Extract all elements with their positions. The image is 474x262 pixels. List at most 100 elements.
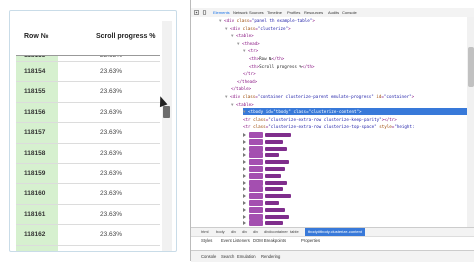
expand-arrow-icon[interactable]: [243, 174, 246, 178]
devtools-tab-profiles[interactable]: Profiles: [287, 8, 300, 17]
collapsed-tr-node[interactable]: [243, 146, 303, 152]
table-body[interactable]: 11815323.63%11815423.63%11815523.63%1181…: [16, 56, 160, 252]
column-header-row[interactable]: Row №: [24, 33, 49, 40]
breadcrumb-item[interactable]: div: [231, 228, 236, 236]
device-mode-icon[interactable]: [202, 10, 207, 15]
collapsed-tr-node[interactable]: [243, 207, 303, 213]
sidebar-tab-event-listeners[interactable]: Event Listeners: [221, 237, 250, 245]
devtools-tab-elements[interactable]: Elements: [213, 8, 230, 17]
devtools-tab-resources[interactable]: Resources: [304, 8, 323, 17]
dom-node[interactable]: </thead>: [237, 78, 257, 85]
dom-node[interactable]: <tr class="clusterize-extra-row clusteri…: [243, 123, 415, 130]
drawer-tab-emulation[interactable]: Emulation: [237, 253, 256, 261]
row-number-cell: 118155: [16, 82, 58, 101]
tr-tag: [249, 200, 263, 206]
dom-node[interactable]: </table>: [231, 85, 251, 92]
devtools-tab-sources[interactable]: Sources: [249, 8, 264, 17]
scroll-progress-value: 23.63%: [100, 170, 122, 177]
collapsed-tr-node[interactable]: [243, 173, 303, 179]
tr-attributes: [265, 208, 285, 212]
drawer-tab-rendering[interactable]: Rendering: [261, 253, 280, 261]
table-row: 11815423.63%: [16, 62, 160, 82]
drawer-tab-search[interactable]: Search: [221, 253, 234, 261]
tr-tag: [249, 166, 263, 172]
scroll-progress-value: 23.63%: [100, 231, 122, 238]
tr-tag: [249, 146, 263, 152]
collapsed-tr-node[interactable]: [243, 180, 303, 186]
dom-node[interactable]: ▼ <tr>: [243, 47, 258, 54]
devtools-tab-audits[interactable]: Audits: [328, 8, 339, 17]
tr-attributes: [265, 215, 289, 219]
dom-node[interactable]: </tr>: [243, 70, 256, 77]
dom-node[interactable]: ▼ <table>: [231, 101, 254, 108]
row-number-cell: 118158: [16, 144, 58, 163]
dom-node[interactable]: <th>Scroll progress %</th>: [249, 63, 315, 70]
expand-arrow-icon[interactable]: [243, 181, 246, 185]
breadcrumb-item[interactable]: body: [216, 228, 225, 236]
expand-arrow-icon[interactable]: [243, 153, 246, 157]
drawer-tab-console[interactable]: Console: [201, 253, 216, 261]
tr-attributes: [265, 147, 287, 151]
expand-arrow-icon[interactable]: [243, 208, 246, 212]
row-number-cell: 118161: [16, 205, 58, 224]
expand-arrow-icon[interactable]: [243, 215, 246, 219]
scroll-progress-value: 23.63%: [100, 68, 122, 75]
expand-arrow-icon[interactable]: [243, 221, 246, 225]
row-number-cell: 118163: [16, 246, 58, 252]
expand-arrow-icon[interactable]: [243, 167, 246, 171]
inspect-icon[interactable]: [194, 10, 199, 15]
collapsed-tr-node[interactable]: [243, 200, 303, 206]
breadcrumb-item[interactable]: div#container: [264, 228, 288, 236]
row-number: 118158: [24, 150, 45, 157]
collapsed-tr-node[interactable]: [243, 214, 303, 220]
collapsed-tr-node[interactable]: [243, 220, 303, 226]
collapsed-tr-node[interactable]: [243, 186, 303, 192]
collapsed-tr-node[interactable]: [243, 166, 303, 172]
collapsed-tr-node[interactable]: [243, 159, 303, 165]
dom-node[interactable]: ▼ <div class="panel th example-table">: [219, 17, 315, 24]
table-scrollbar-thumb[interactable]: [163, 106, 170, 118]
expand-arrow-icon[interactable]: [243, 201, 246, 205]
dom-node[interactable]: ▼ <table>: [231, 32, 254, 39]
row-number-cell: 118157: [16, 123, 58, 142]
devtools-tab-timeline[interactable]: Timeline: [267, 8, 282, 17]
breadcrumb-item[interactable]: div: [253, 228, 258, 236]
table-row: 11815723.63%: [16, 123, 160, 143]
dom-node-selected[interactable]: ▼ <tbody id="tbody" class="clusterize-co…: [243, 108, 467, 115]
table-row: 11815523.63%: [16, 82, 160, 102]
tr-tag: [249, 193, 263, 199]
collapsed-tr-node[interactable]: [243, 139, 303, 145]
column-header-scroll-progress[interactable]: Scroll progress %: [96, 33, 156, 40]
table-scrollbar[interactable]: [162, 21, 172, 251]
dom-node[interactable]: ▼ <thead>: [237, 40, 260, 47]
dom-node[interactable]: ▼ <div class="clusterize">: [225, 25, 291, 32]
devtools-tab-network[interactable]: Network: [233, 8, 248, 17]
expand-arrow-icon[interactable]: [243, 140, 246, 144]
dom-node[interactable]: <th>Row №</th>: [249, 55, 284, 62]
dom-tree-scrollbar-thumb[interactable]: [468, 47, 474, 87]
collapsed-tr-node[interactable]: [243, 132, 303, 138]
breadcrumb-item[interactable]: html: [201, 228, 209, 236]
dom-node[interactable]: <tr class="clusterize-extra-row clusteri…: [243, 116, 397, 123]
expand-arrow-icon[interactable]: [243, 187, 246, 191]
breadcrumb-item[interactable]: table: [290, 228, 299, 236]
breadcrumb-item[interactable]: tbody#tbody.clusterize-content: [305, 228, 365, 236]
expand-arrow-icon[interactable]: [243, 147, 246, 151]
sidebar-tab-dom-breakpoints[interactable]: DOM Breakpoints: [253, 237, 286, 245]
sidebar-tab-properties[interactable]: Properties: [301, 237, 320, 245]
sidebar-tab-styles[interactable]: Styles: [201, 237, 212, 245]
row-number: 118153: [24, 56, 45, 59]
expand-arrow-icon[interactable]: [243, 160, 246, 164]
row-number: 118160: [24, 190, 45, 197]
dom-node[interactable]: ▼ <div class="container clusterize-paren…: [225, 93, 414, 100]
dom-tree-scrollbar[interactable]: [467, 17, 474, 227]
collapsed-tr-node[interactable]: [243, 193, 303, 199]
dom-tree[interactable]: ▼ <div class="panel th example-table">▼ …: [191, 17, 467, 227]
devtools-tab-console[interactable]: Console: [342, 8, 357, 17]
expand-arrow-icon[interactable]: [243, 194, 246, 198]
breadcrumb: html body div div div div#containertable tbody…: [191, 227, 474, 236]
tr-attributes: [265, 153, 279, 157]
expand-arrow-icon[interactable]: [243, 133, 246, 137]
breadcrumb-item[interactable]: div: [242, 228, 247, 236]
collapsed-tr-node[interactable]: [243, 152, 303, 158]
